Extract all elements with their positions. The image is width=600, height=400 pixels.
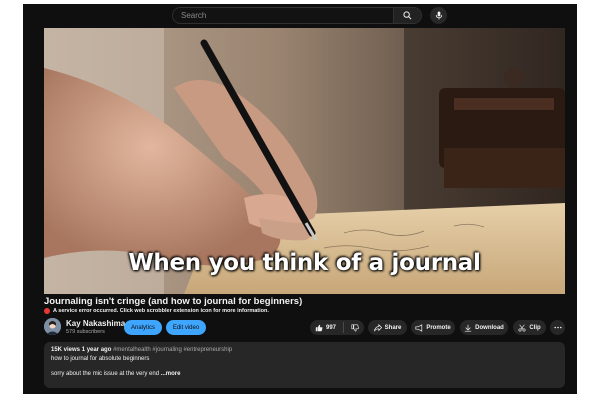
clip-button[interactable]: Clip [513,320,546,335]
search-box [172,7,422,24]
share-label: Share [384,324,402,331]
search-input[interactable] [173,8,393,23]
share-button[interactable]: Share [368,320,407,335]
download-button[interactable]: Download [460,320,508,335]
more-horizontal-icon [553,326,562,329]
search-button[interactable] [393,8,421,23]
description-line-2: sorry about the mic issue at the very en… [51,371,558,377]
promote-label: Promote [426,324,451,331]
channel-avatar[interactable] [44,318,61,335]
clip-label: Clip [529,324,541,331]
like-dislike-group: 997 [310,320,364,335]
avatar-image [44,318,61,335]
description-line-1: how to journal for absolute beginners [51,356,150,362]
youtube-watch-page: When you think of a journal Journaling i… [23,4,577,394]
subscriber-count: 579 subscribers [66,329,105,335]
promote-icon [415,323,423,332]
share-icon [373,323,382,331]
download-icon [464,324,472,332]
download-label: Download [475,324,504,331]
like-divider [343,322,345,333]
description-line-2-text: sorry about the mic issue at the very en… [51,371,160,377]
thumbs-up-icon [315,324,323,331]
more-actions-button[interactable] [550,320,565,335]
video-player[interactable]: When you think of a journal [44,28,565,294]
hashtags[interactable]: #mentalhealth #journaling #entrepreneurs… [113,347,232,353]
description-meta: 15K views 1 year ago #mentalhealth #jour… [51,347,558,353]
microphone-icon [435,11,442,20]
top-bar [23,4,577,26]
description-box[interactable]: 15K views 1 year ago #mentalhealth #jour… [44,342,565,388]
upload-age: 1 year ago [81,347,112,353]
view-count: 15K views [51,347,81,353]
promote-button[interactable]: Promote [411,320,455,335]
scrobbler-error-message: A service error occurred. Click web scro… [44,308,269,314]
channel-name[interactable]: Kay Nakashima [66,319,125,328]
video-caption: When you think of a journal [128,250,481,276]
show-more-link[interactable]: ...more [161,371,181,377]
thumbs-down-icon[interactable] [351,323,359,332]
video-title: Journaling isn't cringe (and how to jour… [44,296,303,307]
analytics-button[interactable]: Analytics [124,320,162,335]
like-count: 997 [326,324,337,331]
scissors-icon [518,324,526,332]
edit-video-button[interactable]: Edit video [166,320,206,335]
like-button[interactable]: 997 [315,324,336,332]
voice-search-button[interactable] [430,7,447,24]
error-icon [44,308,50,314]
search-icon [403,11,412,20]
error-text: A service error occurred. Click web scro… [53,308,269,314]
